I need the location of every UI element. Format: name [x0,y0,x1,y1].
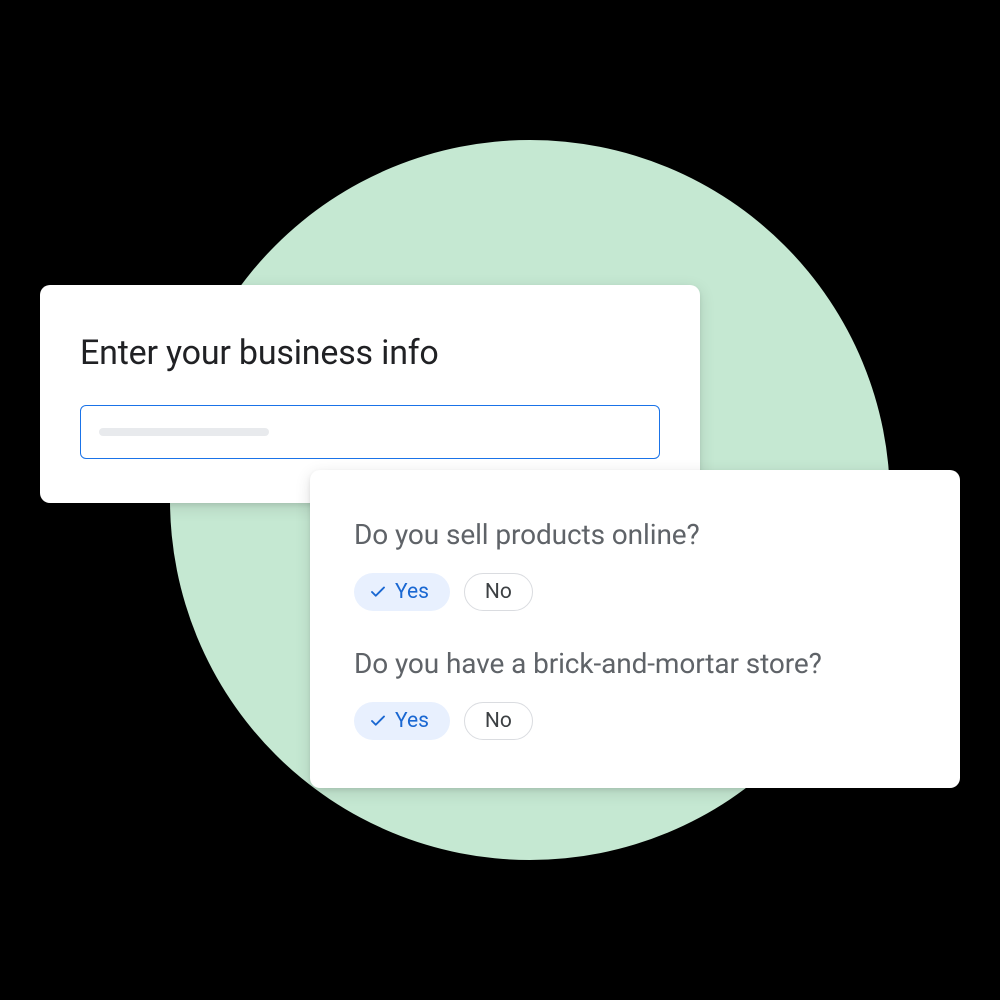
card-title: Enter your business info [80,333,660,373]
chip-row-online: Yes No [354,573,916,611]
yes-label: Yes [395,580,429,604]
business-info-input[interactable] [80,405,660,459]
no-label: No [485,580,512,604]
no-chip-store[interactable]: No [464,702,533,740]
check-icon [369,583,387,601]
no-label: No [485,709,512,733]
input-placeholder-bar [99,428,269,436]
question-sell-online: Do you sell products online? [354,518,916,551]
question-brick-mortar: Do you have a brick-and-mortar store? [354,647,916,680]
yes-label: Yes [395,709,429,733]
check-icon [369,712,387,730]
questions-card: Do you sell products online? Yes No Do y… [310,470,960,788]
yes-chip-store[interactable]: Yes [354,702,450,740]
no-chip-online[interactable]: No [464,573,533,611]
yes-chip-online[interactable]: Yes [354,573,450,611]
chip-row-store: Yes No [354,702,916,740]
